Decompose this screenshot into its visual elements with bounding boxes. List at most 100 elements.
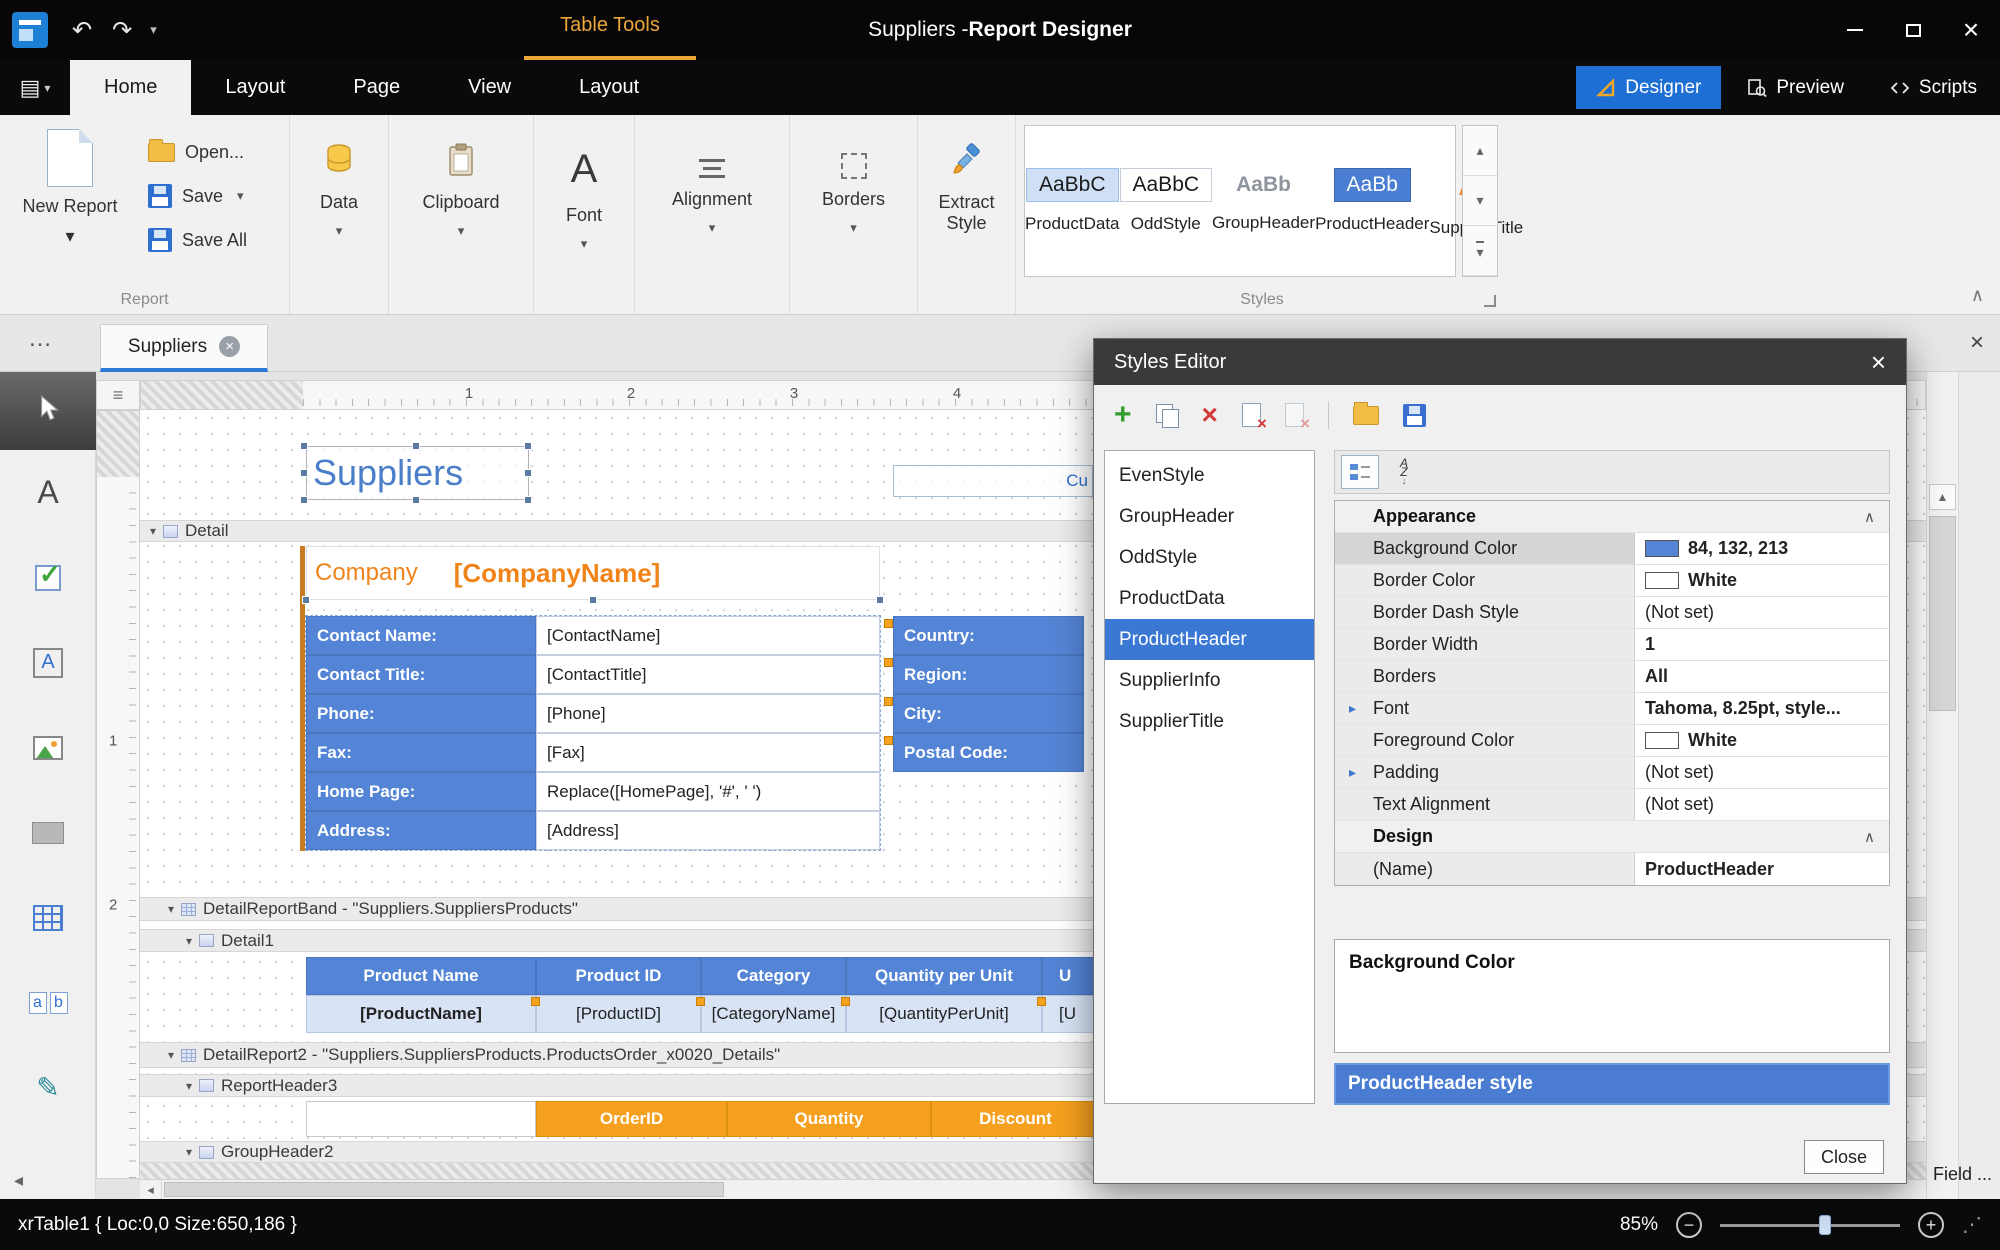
table-cell-label[interactable]: Contact Title: xyxy=(306,655,536,694)
open-button[interactable]: Open... xyxy=(148,137,247,167)
table-cell-value[interactable]: [Phone] xyxy=(536,694,880,733)
redo-icon[interactable]: ↷ xyxy=(102,16,142,45)
tab-page[interactable]: Page xyxy=(319,60,434,115)
extract-style-button[interactable]: Extract Style xyxy=(927,115,1007,314)
table-cell-value[interactable]: [ContactName] xyxy=(536,616,880,655)
ribbon-collapse-icon[interactable]: ∧ xyxy=(1971,285,1984,306)
band-navigator-icon[interactable]: ≡ xyxy=(96,380,140,410)
property-row-border-color[interactable]: Border Color White xyxy=(1335,565,1889,597)
product-header-cell[interactable]: Product ID xyxy=(536,957,701,995)
company-header-cell[interactable]: Company [CompanyName] xyxy=(306,546,880,600)
product-data-cell[interactable]: [ProductID] xyxy=(536,995,701,1033)
checkbox-tool[interactable]: ✓ xyxy=(0,535,96,620)
field-list-panel-tab[interactable]: Field ... xyxy=(1933,1164,1992,1185)
product-data-cell[interactable]: [CategoryName] xyxy=(701,995,846,1033)
selection-handle[interactable] xyxy=(589,596,597,604)
zoom-in-button[interactable]: + xyxy=(1918,1211,1944,1238)
property-category-design[interactable]: Design ∧ xyxy=(1335,821,1889,853)
document-close-icon[interactable]: × xyxy=(1970,329,1984,357)
alignment-dropdown-button[interactable]: Alignment ▾ xyxy=(635,115,789,314)
selection-handle[interactable] xyxy=(412,442,420,450)
table-cell-label[interactable]: Postal Code: xyxy=(893,733,1084,772)
duplicate-style-icon[interactable] xyxy=(1155,404,1179,428)
table-cell-label[interactable]: Home Page: xyxy=(306,772,536,811)
selection-handle[interactable] xyxy=(876,596,884,604)
selection-handle[interactable] xyxy=(524,442,532,450)
band-collapse-icon[interactable]: ▾ xyxy=(168,1048,174,1062)
property-row-border-width[interactable]: Border Width 1 xyxy=(1335,629,1889,661)
character-comb-tool[interactable]: ab xyxy=(0,960,96,1045)
gallery-item-productheader[interactable]: AaBb ProductHeader xyxy=(1315,126,1429,276)
order-header-cell[interactable]: OrderID xyxy=(536,1101,727,1137)
selection-handle[interactable] xyxy=(300,469,308,477)
style-list-item[interactable]: EvenStyle xyxy=(1105,455,1314,496)
add-style-icon[interactable]: + xyxy=(1114,400,1132,430)
style-list-item[interactable]: SupplierTitle xyxy=(1105,701,1314,742)
clear-style-icon[interactable]: × xyxy=(1241,403,1267,433)
selection-handle[interactable] xyxy=(524,496,532,504)
scripts-view-button[interactable]: Scripts xyxy=(1870,66,1997,109)
product-header-cell[interactable]: Category xyxy=(701,957,846,995)
delete-style-icon[interactable]: × xyxy=(1202,401,1218,429)
tab-tabletools-layout[interactable]: Layout xyxy=(545,60,673,115)
table-tool[interactable] xyxy=(0,875,96,960)
close-dialog-button[interactable]: Close xyxy=(1804,1140,1884,1174)
dialog-close-icon[interactable]: × xyxy=(1871,349,1886,375)
property-row-foreground-color[interactable]: Foreground Color White xyxy=(1335,725,1889,757)
band-collapse-icon[interactable]: ▾ xyxy=(186,1079,192,1093)
report-title-label[interactable]: Suppliers xyxy=(306,446,529,500)
property-row-name[interactable]: (Name) ProductHeader xyxy=(1335,853,1889,885)
zoom-out-button[interactable]: − xyxy=(1676,1211,1702,1238)
zoom-slider-thumb[interactable] xyxy=(1819,1214,1831,1235)
expand-icon[interactable]: ▸ xyxy=(1349,764,1356,781)
order-header-cell[interactable]: Discount xyxy=(931,1101,1100,1137)
selection-handle[interactable] xyxy=(300,496,308,504)
minimize-button[interactable] xyxy=(1826,0,1884,60)
collapse-category-icon[interactable]: ∧ xyxy=(1864,508,1875,526)
resize-grip-icon[interactable]: ⋰ xyxy=(1962,1212,1982,1237)
save-all-button[interactable]: Save All xyxy=(148,225,247,255)
label-tool[interactable]: A xyxy=(0,450,96,535)
table-cell-label[interactable]: Country: xyxy=(893,616,1084,655)
order-header-cell[interactable]: Quantity xyxy=(727,1101,931,1137)
gallery-up-icon[interactable]: ▴ xyxy=(1463,126,1497,176)
selection-handle[interactable] xyxy=(300,442,308,450)
product-data-cell[interactable]: [ProductName] xyxy=(306,995,536,1033)
pointer-tool[interactable] xyxy=(0,372,96,450)
application-menu-button[interactable]: ▤ ▾ xyxy=(0,60,70,115)
property-row-background-color[interactable]: Background Color 84, 132, 213 xyxy=(1335,533,1889,565)
product-data-cell[interactable]: [QuantityPerUnit] xyxy=(846,995,1042,1033)
table-cell-value[interactable]: [Fax] xyxy=(536,733,880,772)
property-row-text-alignment[interactable]: Text Alignment (Not set) xyxy=(1335,789,1889,821)
clipboard-dropdown-button[interactable]: Clipboard ▾ xyxy=(389,115,533,314)
table-cell-value[interactable]: [ContactTitle] xyxy=(536,655,880,694)
borders-dropdown-button[interactable]: Borders ▾ xyxy=(790,115,917,314)
gallery-item-oddstyle[interactable]: AaBbC OddStyle xyxy=(1119,126,1213,276)
band-collapse-icon[interactable]: ▾ xyxy=(186,1145,192,1159)
table-cell-label[interactable]: City: xyxy=(893,694,1084,733)
table-cell-label[interactable]: Fax: xyxy=(306,733,536,772)
scroll-left-icon[interactable]: ◂ xyxy=(140,1180,162,1199)
save-styles-icon[interactable] xyxy=(1402,403,1426,427)
property-row-padding[interactable]: ▸ Padding (Not set) xyxy=(1335,757,1889,789)
table-cell-label[interactable]: Region: xyxy=(893,655,1084,694)
save-dropdown-icon[interactable]: ▾ xyxy=(237,188,244,204)
tab-home[interactable]: Home xyxy=(70,60,192,115)
band-collapse-icon[interactable]: ▾ xyxy=(186,934,192,948)
scroll-up-icon[interactable]: ▲ xyxy=(1929,484,1956,510)
table-cell-value[interactable]: Replace([HomePage], '#', ' ') xyxy=(536,772,880,811)
style-list-item[interactable]: SupplierInfo xyxy=(1105,660,1314,701)
tab-layout[interactable]: Layout xyxy=(191,60,319,115)
tab-view[interactable]: View xyxy=(434,60,545,115)
alphabetical-sort-button[interactable]: A Z ↓ xyxy=(1385,455,1423,489)
document-tab-suppliers[interactable]: Suppliers × xyxy=(100,324,268,372)
line-tool[interactable]: ✎ xyxy=(0,1045,96,1130)
band-collapse-icon[interactable]: ▾ xyxy=(150,524,156,538)
close-button[interactable]: × xyxy=(1942,0,2000,60)
font-dropdown-button[interactable]: A Font ▾ xyxy=(534,115,634,314)
data-dropdown-button[interactable]: Data ▾ xyxy=(290,115,388,314)
remove-unused-styles-icon[interactable]: × xyxy=(1284,403,1310,433)
picture-tool[interactable] xyxy=(0,705,96,790)
product-header-cell[interactable]: Product Name xyxy=(306,957,536,995)
table-cell-label[interactable]: Phone: xyxy=(306,694,536,733)
